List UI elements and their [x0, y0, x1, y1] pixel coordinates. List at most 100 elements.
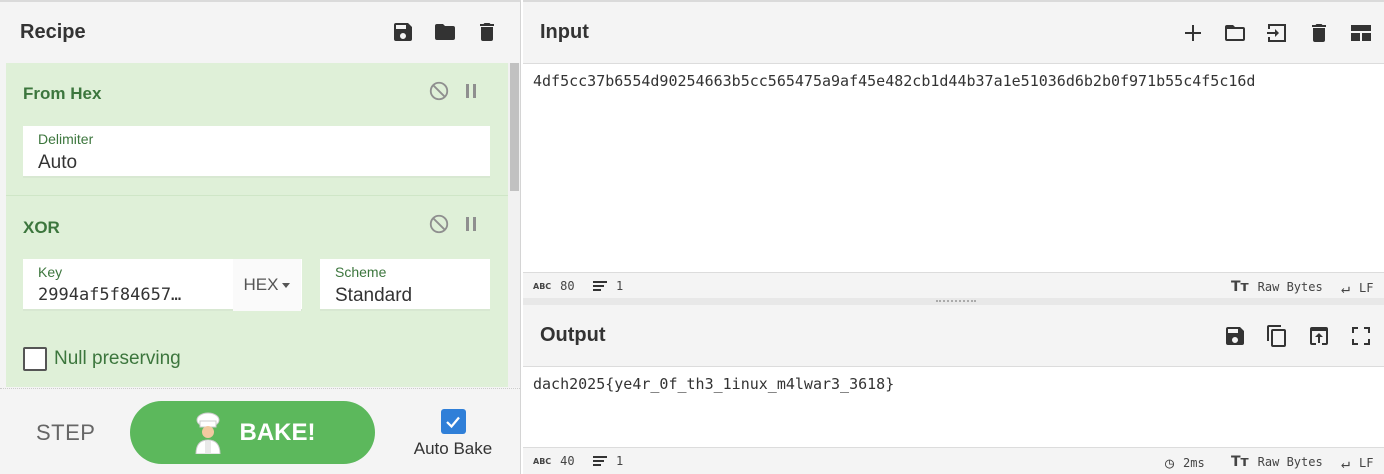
breakpoint-icon[interactable]	[466, 84, 480, 98]
plus-icon	[1185, 24, 1201, 41]
replace-input-button[interactable]	[1306, 323, 1332, 349]
input-header: Input	[523, 2, 1384, 64]
input-textarea[interactable]: 4df5cc37b6554d90254663b5cc565475a9af45e4…	[523, 64, 1384, 98]
scrollbar-thumb[interactable]	[510, 63, 519, 191]
input-status-bar: ABC 80 1 Tт Raw Bytes ↵ LF	[523, 272, 1384, 299]
maximize-output-button[interactable]	[1348, 323, 1374, 349]
save-icon	[1226, 326, 1244, 345]
save-output-button[interactable]	[1222, 323, 1248, 349]
scheme-field[interactable]: Scheme Standard	[320, 259, 490, 311]
null-preserving-checkbox[interactable]	[23, 347, 47, 371]
bake-controls: STEP BAKE! Auto Bake	[0, 388, 520, 474]
folder-icon	[435, 24, 455, 40]
load-recipe-button[interactable]	[432, 19, 458, 45]
bake-button[interactable]: BAKE!	[130, 401, 375, 464]
output-title: Output	[540, 324, 606, 346]
output-status-bar: ABC 40 1 ◷ 2ms Tт Raw Bytes ↵ LF	[523, 447, 1384, 474]
key-label: Key	[38, 264, 63, 280]
layout-icon	[1351, 24, 1371, 41]
eol-value: LF	[1359, 281, 1374, 295]
maximize-icon	[1352, 326, 1370, 345]
abc-icon: ABC	[533, 456, 552, 466]
text-format-icon: Tт	[1231, 454, 1249, 470]
recipe-header: Recipe	[0, 2, 520, 62]
add-tab-button[interactable]	[1180, 20, 1206, 46]
checkmark-icon	[446, 416, 460, 428]
pane-resizer[interactable]	[523, 298, 1384, 305]
abc-icon: ABC	[533, 281, 552, 291]
eol-value: LF	[1359, 456, 1374, 470]
recipe-operations-list: From Hex Delimiter Auto XOR Key 2994af5f…	[6, 63, 508, 387]
recipe-scrollbar[interactable]	[508, 63, 520, 387]
char-count-value: 80	[560, 279, 575, 293]
input-eol[interactable]: ↵ LF	[1341, 279, 1373, 297]
trash-icon	[480, 23, 494, 41]
delimiter-field[interactable]: Delimiter Auto	[23, 126, 490, 178]
bake-label: BAKE!	[239, 418, 316, 446]
operation-from-hex[interactable]: From Hex Delimiter Auto	[6, 63, 508, 196]
reset-layout-button[interactable]	[1348, 20, 1374, 46]
output-line-count: 1	[593, 454, 623, 468]
null-preserving-option[interactable]: Null preserving	[23, 347, 181, 371]
clear-input-button[interactable]	[1306, 20, 1332, 46]
delimiter-label: Delimiter	[38, 131, 94, 147]
lines-icon	[593, 281, 607, 291]
chevron-down-icon	[282, 282, 291, 288]
save-recipe-button[interactable]	[390, 19, 416, 45]
return-arrow-icon: ↵	[1341, 454, 1351, 472]
char-count-value: 40	[560, 454, 575, 468]
operation-controls	[428, 213, 480, 235]
open-file-button[interactable]	[1264, 20, 1290, 46]
key-value: 2994af5f84657…	[38, 285, 182, 305]
scheme-label: Scheme	[335, 264, 387, 280]
key-format-dropdown[interactable]: HEX	[233, 259, 301, 311]
delimiter-value: Auto	[38, 152, 78, 173]
return-arrow-icon: ↵	[1341, 279, 1351, 297]
cyberchef-app: Recipe From Hex Delimiter Auto XOR Key 2…	[0, 0, 1384, 474]
replace-input-icon	[1310, 326, 1328, 345]
disable-icon[interactable]	[428, 80, 450, 102]
step-button[interactable]: STEP	[36, 420, 95, 446]
output-text[interactable]: dach2025{ye4r_0f_th3_1inux_m4lwar3_3618}	[523, 367, 1384, 401]
resize-grip[interactable]	[936, 300, 976, 303]
open-folder-button[interactable]	[1222, 20, 1248, 46]
operation-title: From Hex	[23, 84, 102, 103]
clear-recipe-button[interactable]	[474, 19, 500, 45]
line-count-value: 1	[616, 279, 624, 293]
output-eol[interactable]: ↵ LF	[1341, 454, 1373, 472]
output-char-count: ABC 40	[533, 454, 575, 468]
trash-icon	[1312, 23, 1326, 42]
operation-title: XOR	[23, 218, 60, 237]
chef-icon	[194, 412, 221, 454]
key-format-value: HEX	[243, 275, 279, 294]
copy-output-button[interactable]	[1264, 323, 1290, 349]
recipe-toolbar	[390, 19, 500, 45]
null-preserving-label: Null preserving	[54, 348, 181, 369]
operation-controls	[428, 80, 480, 102]
output-pane: Output dach2025{ye4r_0f_th3_1inux_m4lwar…	[523, 305, 1384, 474]
scheme-value: Standard	[335, 285, 413, 306]
recipe-panel: Recipe From Hex Delimiter Auto XOR Key 2…	[0, 0, 521, 474]
folder-icon	[1225, 24, 1245, 41]
clock-icon: ◷	[1165, 454, 1175, 472]
input-line-count: 1	[593, 279, 623, 293]
lines-icon	[593, 456, 607, 466]
input-toolbar	[1180, 20, 1374, 46]
input-pane: Input 4df5cc37b6554d90254663b5cc565475a9…	[523, 0, 1384, 299]
breakpoint-icon[interactable]	[466, 217, 480, 231]
output-encoding[interactable]: Tт Raw Bytes	[1231, 454, 1323, 470]
text-format-icon: Tт	[1231, 279, 1249, 295]
copy-icon	[1267, 324, 1286, 347]
input-title: Input	[540, 21, 589, 43]
encoding-value: Raw Bytes	[1257, 455, 1323, 469]
key-field[interactable]: Key 2994af5f84657… HEX	[23, 259, 302, 311]
io-panel: Input 4df5cc37b6554d90254663b5cc565475a9…	[523, 0, 1384, 474]
auto-bake-checkbox[interactable]	[440, 409, 466, 434]
auto-bake-label: Auto Bake	[413, 439, 493, 458]
save-icon	[394, 23, 412, 41]
disable-icon[interactable]	[428, 213, 450, 235]
input-encoding[interactable]: Tт Raw Bytes	[1231, 279, 1323, 295]
auto-bake-option[interactable]: Auto Bake	[412, 409, 494, 459]
input-char-count: ABC 80	[533, 279, 575, 293]
encoding-value: Raw Bytes	[1257, 280, 1323, 294]
